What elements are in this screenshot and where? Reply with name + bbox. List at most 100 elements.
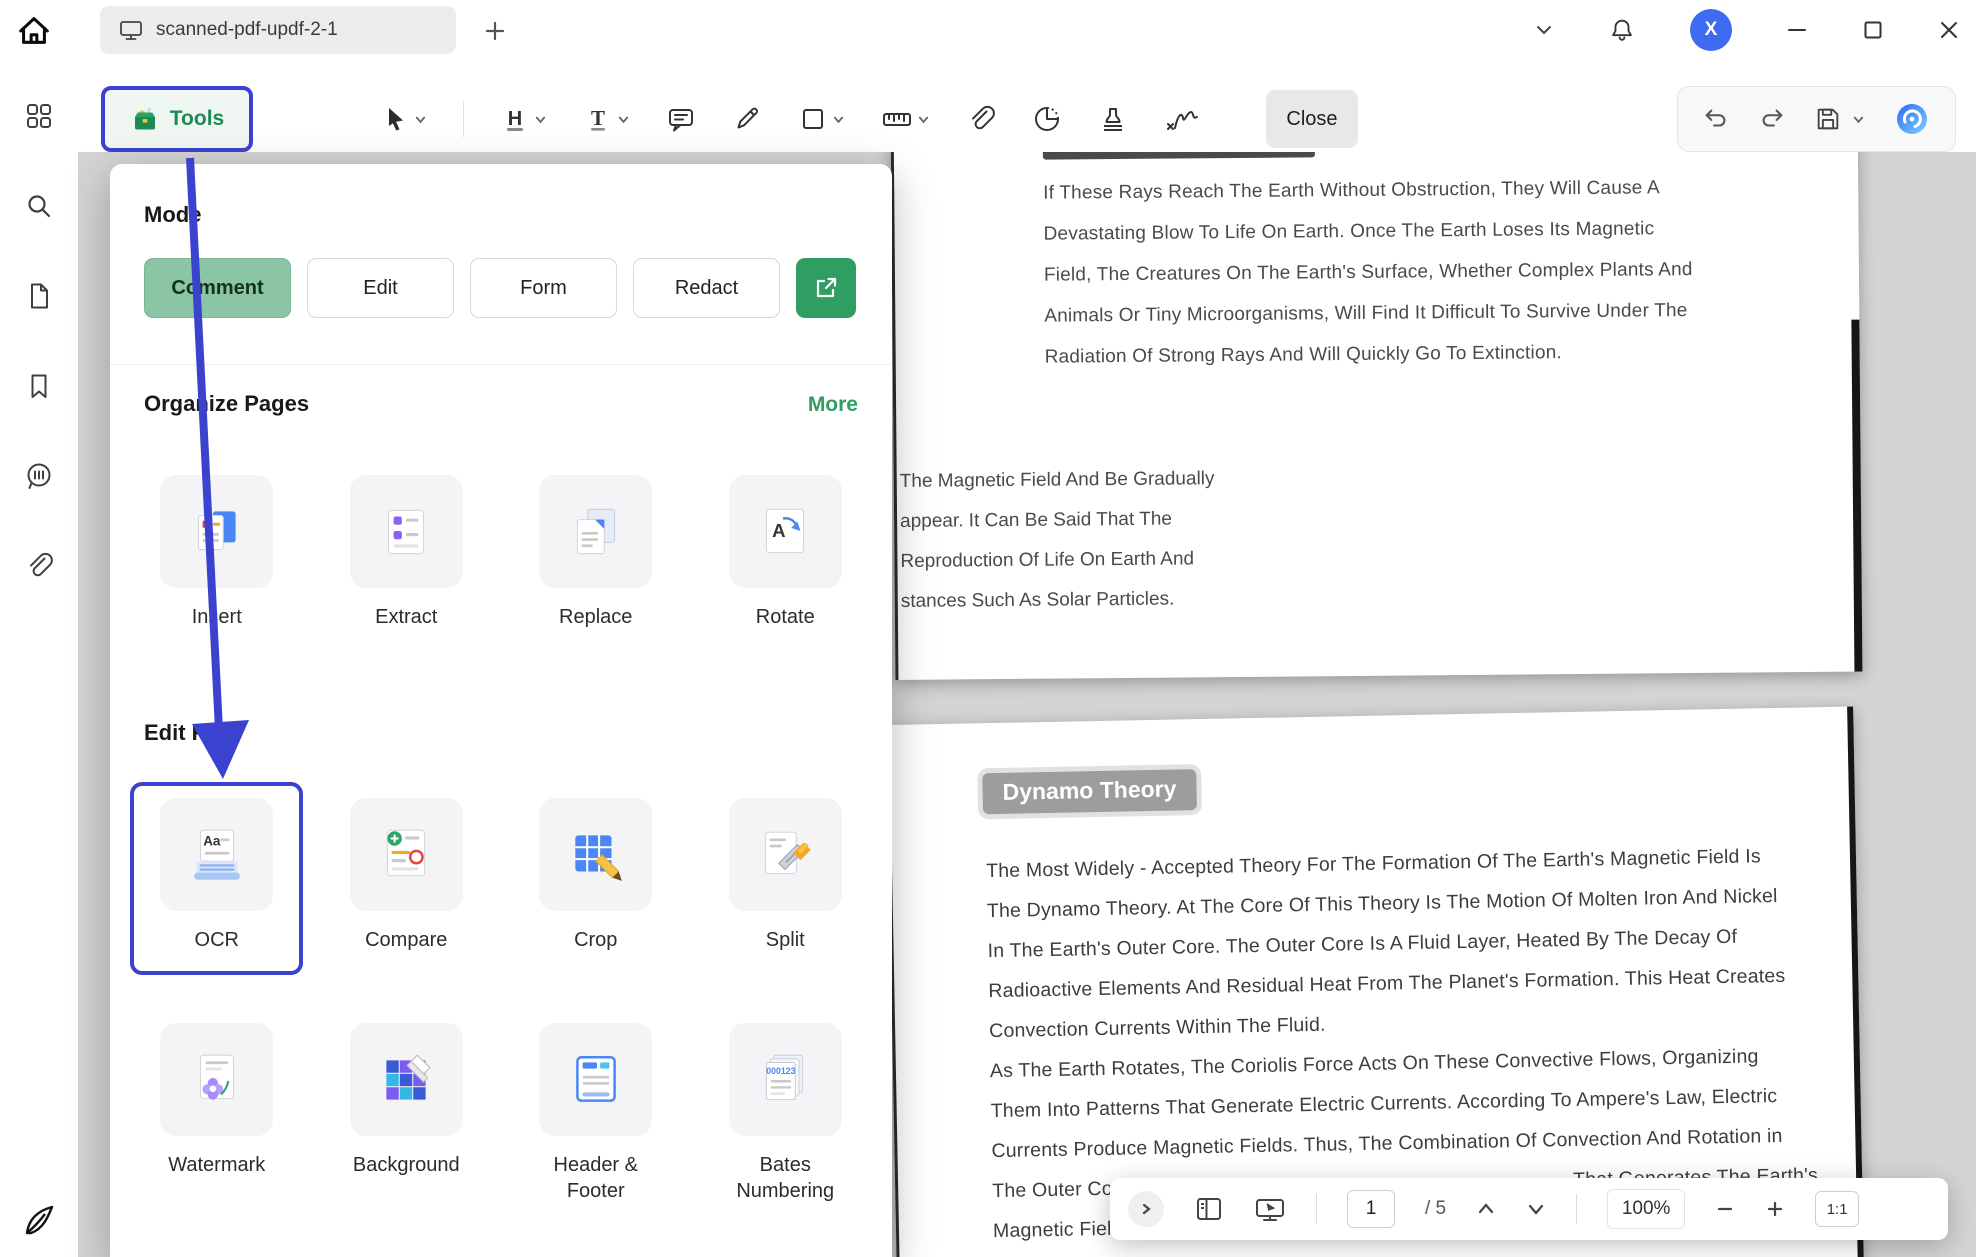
stamp-icon bbox=[1098, 104, 1128, 134]
title-bar: scanned-pdf-updf-2-1 X bbox=[0, 0, 1976, 60]
sticker-tool[interactable] bbox=[1032, 104, 1062, 134]
chevron-down-icon[interactable] bbox=[414, 113, 427, 126]
toolbox-icon bbox=[130, 104, 160, 134]
page-total-label: / 5 bbox=[1425, 1198, 1446, 1220]
tool-card-watermark[interactable]: Watermark bbox=[160, 1023, 273, 1204]
close-toolbar-button[interactable]: Close bbox=[1266, 90, 1358, 148]
new-tab-button[interactable] bbox=[478, 14, 512, 48]
tool-card-bates-numbering[interactable]: 000123 Bates Numbering bbox=[726, 1023, 844, 1204]
square-shape-icon bbox=[798, 104, 828, 134]
insert-icon bbox=[186, 501, 248, 563]
pdf-page-1: If These Rays Reach The Earth Without Ob… bbox=[891, 152, 1863, 680]
close-icon bbox=[1938, 19, 1960, 41]
thumbnail-panel-button[interactable] bbox=[1194, 1194, 1224, 1224]
save-button[interactable] bbox=[1814, 105, 1865, 133]
tool-card-split[interactable]: Split bbox=[729, 798, 842, 953]
tool-card-replace[interactable]: Replace bbox=[539, 475, 652, 630]
external-link-icon bbox=[813, 275, 839, 301]
tools-panel: Mode Comment Edit Form Redact Organize P… bbox=[110, 164, 892, 1257]
chevron-down-icon[interactable] bbox=[617, 113, 630, 126]
mode-buttons-row: Comment Edit Form Redact bbox=[110, 258, 892, 318]
tool-card-label: Insert bbox=[192, 604, 242, 630]
select-tool[interactable] bbox=[380, 104, 427, 134]
tool-card-header-footer[interactable]: Header & Footer bbox=[537, 1023, 655, 1204]
bell-icon bbox=[1608, 16, 1636, 44]
mode-edit-button[interactable]: Edit bbox=[307, 258, 454, 318]
bookmark-icon bbox=[24, 371, 54, 401]
minimize-button[interactable] bbox=[1786, 19, 1808, 41]
sidebar-item-search[interactable] bbox=[17, 184, 61, 228]
pencil-tool[interactable] bbox=[732, 104, 762, 134]
monitor-icon bbox=[118, 17, 144, 43]
page-number-input[interactable] bbox=[1347, 1190, 1395, 1228]
display-mode-button[interactable] bbox=[1254, 1194, 1286, 1224]
organize-pages-title: Organize Pages bbox=[144, 391, 309, 417]
tool-card-compare[interactable]: Compare bbox=[350, 798, 463, 953]
home-icon bbox=[16, 12, 52, 48]
text-comment-tool[interactable]: T bbox=[583, 104, 630, 134]
attachment-tool[interactable] bbox=[966, 104, 996, 134]
organize-grid: Insert Extract bbox=[110, 475, 892, 630]
tab-list-dropdown[interactable] bbox=[1534, 20, 1554, 40]
sidebar-item-workspace[interactable] bbox=[17, 94, 61, 138]
cursor-icon bbox=[380, 104, 410, 134]
stamp-tool[interactable] bbox=[1098, 104, 1128, 134]
mode-form-button[interactable]: Form bbox=[470, 258, 617, 318]
mode-redact-button[interactable]: Redact bbox=[633, 258, 780, 318]
doc-line: stances Such As Solar Particles. bbox=[901, 579, 1216, 622]
chevron-down-icon[interactable] bbox=[1852, 113, 1865, 126]
redo-button[interactable] bbox=[1758, 105, 1786, 133]
sidebar-item-comments[interactable] bbox=[17, 454, 61, 498]
document-tab[interactable]: scanned-pdf-updf-2-1 bbox=[100, 6, 456, 54]
tool-card-rotate[interactable]: A Rotate bbox=[729, 475, 842, 630]
signature-tool[interactable] bbox=[1164, 104, 1200, 134]
doc-line: If These Rays Reach The Earth Without Ob… bbox=[1043, 167, 1692, 214]
pdf-page-2: Dynamo Theory The Most Widely - Accepted… bbox=[886, 707, 1866, 1257]
mode-section-title: Mode bbox=[110, 202, 892, 228]
zoom-out-button[interactable] bbox=[1715, 1199, 1735, 1219]
sidebar-item-attachments[interactable] bbox=[17, 544, 61, 588]
measure-tool[interactable] bbox=[881, 104, 930, 134]
more-link[interactable]: More bbox=[808, 393, 858, 417]
chevron-down-icon[interactable] bbox=[832, 113, 845, 126]
home-button[interactable] bbox=[12, 8, 56, 52]
comment-bubble-icon bbox=[24, 461, 54, 491]
search-icon bbox=[24, 191, 54, 221]
shape-tool[interactable] bbox=[798, 104, 845, 134]
doc-line: appear. It Can Be Said That The bbox=[900, 499, 1215, 542]
page-icon bbox=[24, 281, 54, 311]
highlight-tool[interactable]: H bbox=[500, 104, 547, 134]
close-window-button[interactable] bbox=[1938, 19, 1960, 41]
maximize-button[interactable] bbox=[1862, 19, 1884, 41]
zoom-level-select[interactable]: 100% bbox=[1607, 1189, 1685, 1229]
chevron-down-icon[interactable] bbox=[917, 113, 930, 126]
tools-button[interactable]: Tools bbox=[101, 86, 253, 152]
ai-assistant-button[interactable] bbox=[1893, 100, 1931, 138]
expand-bar-button[interactable] bbox=[1128, 1191, 1164, 1227]
chevron-down-icon[interactable] bbox=[534, 113, 547, 126]
tool-card-crop[interactable]: Crop bbox=[539, 798, 652, 953]
sticky-note-tool[interactable] bbox=[666, 104, 696, 134]
tool-card-label: Header & Footer bbox=[537, 1152, 655, 1204]
open-in-new-window-button[interactable] bbox=[796, 258, 856, 318]
zoom-in-button[interactable] bbox=[1765, 1199, 1785, 1219]
compare-icon bbox=[375, 824, 437, 886]
sidebar-item-pages[interactable] bbox=[17, 274, 61, 318]
mode-comment-button[interactable]: Comment bbox=[144, 258, 291, 318]
actual-size-button[interactable]: 1:1 bbox=[1815, 1191, 1859, 1227]
svg-text:T: T bbox=[591, 106, 605, 130]
tool-card-extract[interactable]: Extract bbox=[350, 475, 463, 630]
edit-grid-row1: Aa OCR bbox=[110, 798, 892, 953]
header-footer-icon bbox=[565, 1049, 627, 1111]
undo-button[interactable] bbox=[1702, 105, 1730, 133]
tool-card-background[interactable]: Background bbox=[350, 1023, 463, 1204]
user-avatar[interactable]: X bbox=[1690, 9, 1732, 51]
previous-page-button[interactable] bbox=[1476, 1199, 1496, 1219]
notifications-button[interactable] bbox=[1608, 16, 1636, 44]
next-page-button[interactable] bbox=[1526, 1199, 1546, 1219]
chevron-down-icon bbox=[1534, 20, 1554, 40]
tool-card-ocr[interactable]: Aa OCR bbox=[160, 798, 273, 953]
chevron-right-icon bbox=[1139, 1202, 1153, 1216]
tool-card-insert[interactable]: Insert bbox=[160, 475, 273, 630]
sidebar-item-bookmarks[interactable] bbox=[17, 364, 61, 408]
